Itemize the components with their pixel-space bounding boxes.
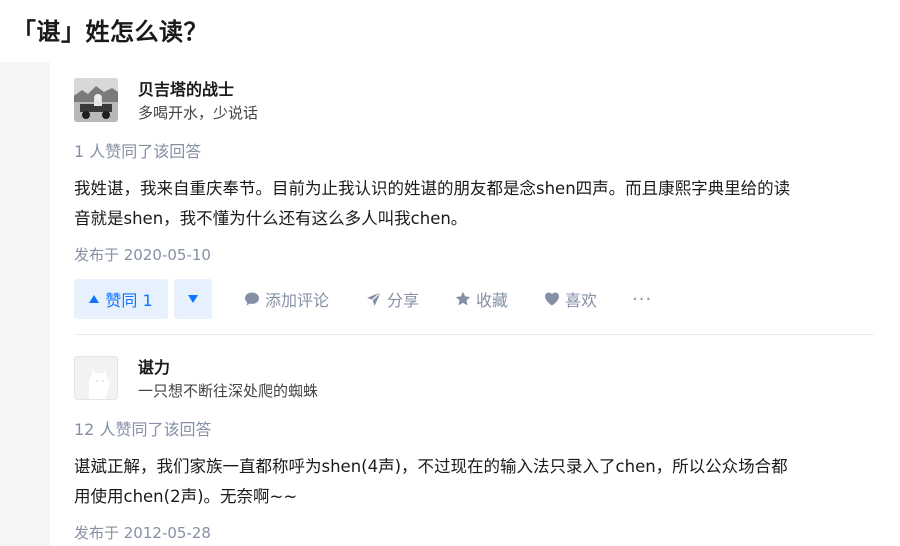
author-avatar[interactable] <box>74 78 118 122</box>
author-name[interactable]: 贝吉塔的战士 <box>138 76 234 100</box>
author-bio: 多喝开水，少说话 <box>138 104 259 122</box>
more-options-button[interactable]: ··· <box>632 279 652 319</box>
downvote-button[interactable] <box>174 279 212 319</box>
answer-content: 我姓谌，我来自重庆奉节。目前为止我认识的姓谌的朋友都是念shen四声。而且康熙字… <box>74 174 874 234</box>
author-info: 谌力 一只想不断往深处爬的蜘蛛 <box>74 352 874 402</box>
answer-content-line: 我姓谌，我来自重庆奉节。目前为止我认识的姓谌的朋友都是念shen四声。而且康熙字… <box>74 179 791 198</box>
photo-avatar-icon <box>74 78 118 122</box>
triangle-up-icon <box>89 295 100 303</box>
answer-content-line: 音就是shen，我不懂为什么还有这么多人叫我chen。 <box>74 209 468 228</box>
triangle-down-icon <box>188 295 198 303</box>
upvote-button[interactable]: 赞同 1 <box>74 279 168 319</box>
star-icon <box>455 291 471 306</box>
answer-divider <box>74 334 874 335</box>
answer-item: 贝吉塔的战士 多喝开水，少说话 1 人赞同了该回答 我姓谌，我来自重庆奉节。目前… <box>74 74 874 319</box>
answer-item: 谌力 一只想不断往深处爬的蜘蛛 12 人赞同了该回答 谌斌正解，我们家族一直都称… <box>74 352 874 543</box>
like-label: 喜欢 <box>565 291 598 310</box>
publish-date[interactable]: 发布于 2012-05-28 <box>74 522 874 543</box>
vote-count-text[interactable]: 12 人赞同了该回答 <box>74 416 874 440</box>
answer-content-line: 谌斌正解，我们家族一直都称呼为shen(4声)，不过现在的输入法只录入了chen… <box>74 457 788 476</box>
comment-icon <box>245 292 259 306</box>
default-avatar-icon <box>75 357 117 399</box>
collect-label: 收藏 <box>476 291 509 310</box>
action-bar: 赞同 1 添加评论 分享 收藏 喜欢 ··· <box>74 279 874 319</box>
comment-button[interactable]: 添加评论 <box>244 279 329 319</box>
vote-count-text[interactable]: 1 人赞同了该回答 <box>74 138 874 162</box>
author-bio: 一只想不断往深处爬的蜘蛛 <box>138 382 319 400</box>
upvote-label: 赞同 1 <box>105 291 153 310</box>
author-avatar[interactable] <box>74 356 118 400</box>
send-icon <box>367 291 382 306</box>
more-icon: ··· <box>632 288 653 310</box>
comment-label: 添加评论 <box>265 291 330 310</box>
share-label: 分享 <box>387 291 420 310</box>
like-button[interactable]: 喜欢 <box>544 279 597 319</box>
collect-button[interactable]: 收藏 <box>455 279 508 319</box>
heart-icon <box>545 292 559 306</box>
answer-content: 谌斌正解，我们家族一直都称呼为shen(4声)，不过现在的输入法只录入了chen… <box>74 452 874 512</box>
share-button[interactable]: 分享 <box>366 279 419 319</box>
publish-date[interactable]: 发布于 2020-05-10 <box>74 244 874 265</box>
question-title[interactable]: 「谌」姓怎么读？ <box>12 12 208 47</box>
author-name[interactable]: 谌力 <box>138 354 170 378</box>
question-header: 「谌」姓怎么读？ <box>0 0 900 62</box>
answer-list: 贝吉塔的战士 多喝开水，少说话 1 人赞同了该回答 我姓谌，我来自重庆奉节。目前… <box>50 62 900 546</box>
author-info: 贝吉塔的战士 多喝开水，少说话 <box>74 74 874 124</box>
answer-content-line: 用使用chen(2声)。无奈啊~~ <box>74 487 298 506</box>
